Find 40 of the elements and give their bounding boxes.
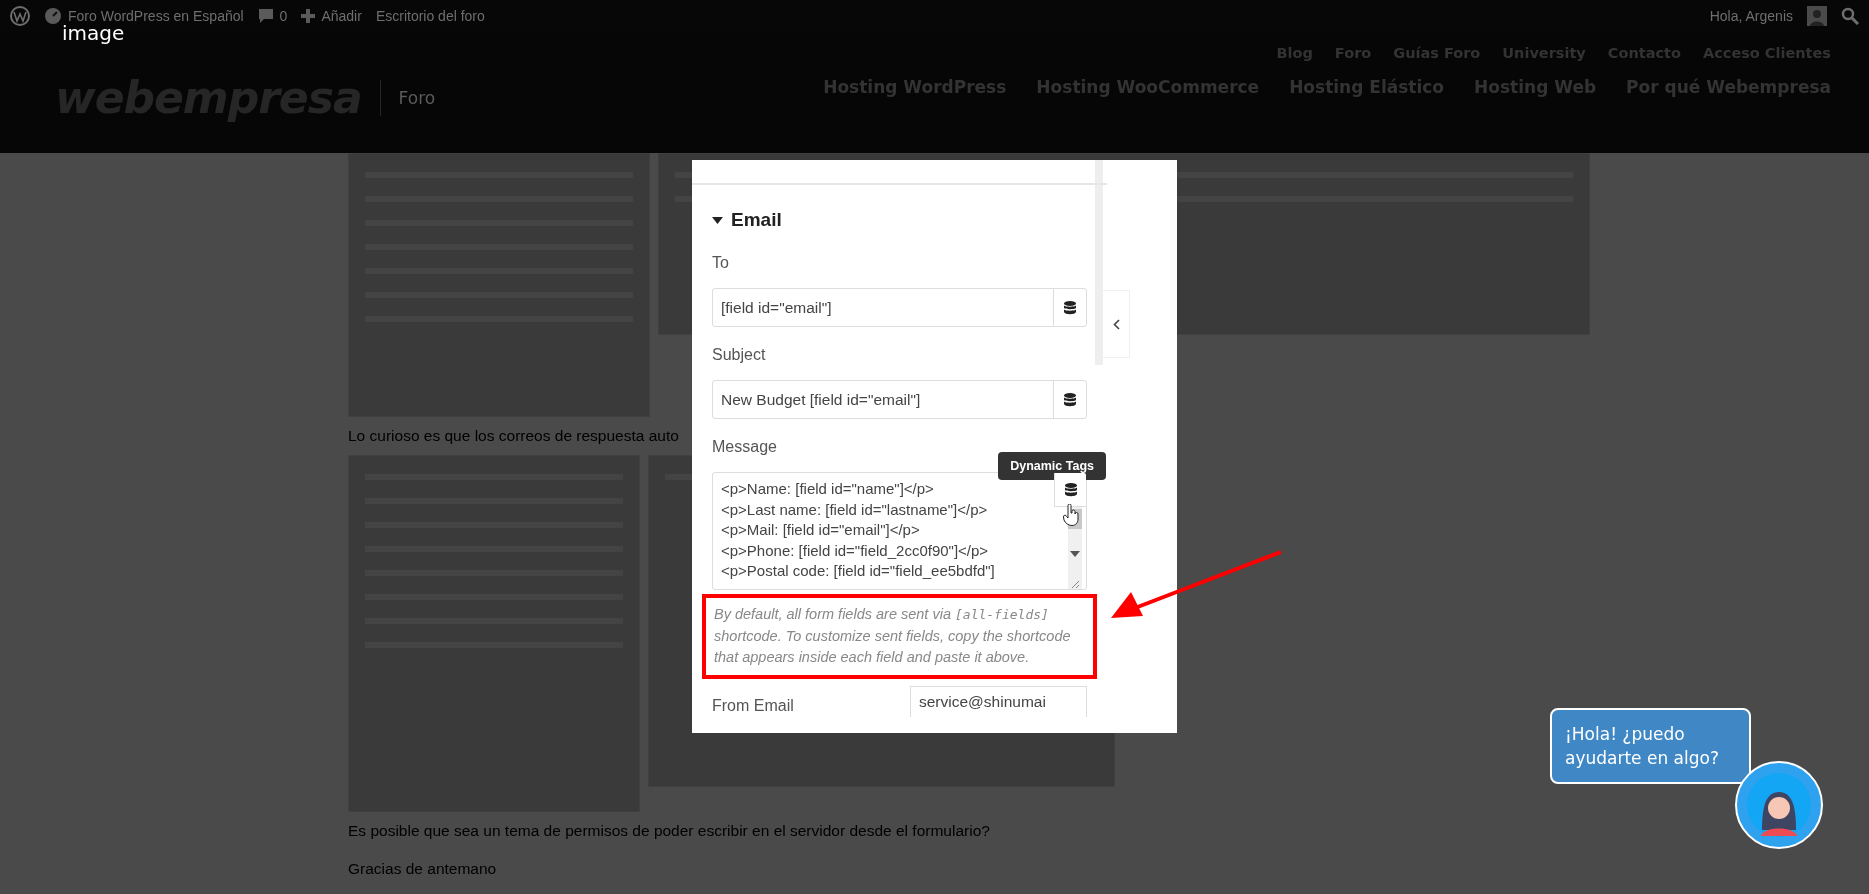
database-icon <box>1064 482 1077 497</box>
field-label: Subject <box>712 346 766 365</box>
help-text: By default, all form fields are sent via [all-fields] shortcode. To customize sent fields, copy the shortcode that appears inside each field and paste it above. <box>714 605 1072 667</box>
database-icon <box>1064 300 1076 315</box>
comment-count[interactable]: 0 <box>279 8 288 24</box>
input-field[interactable]: service@shinumai <box>910 685 1087 717</box>
chat-avatar[interactable] <box>1734 760 1824 850</box>
dynamic-tags-button[interactable] <box>1054 473 1086 507</box>
tooltip: Dynamic Tags <box>998 452 1106 480</box>
chevron-left-icon <box>1112 318 1120 330</box>
post-paragraph: Lo curioso es que los correos de respuesta auto <box>348 426 679 446</box>
scroll-down-icon[interactable] <box>1070 551 1080 557</box>
add-new-link[interactable]: Añadir <box>321 8 362 24</box>
search-icon[interactable] <box>1841 7 1859 25</box>
input-field[interactable]: [field id="email"] <box>712 288 1087 327</box>
comment-icon <box>257 8 274 24</box>
field-label: From Email <box>712 696 795 716</box>
resize-handle-icon[interactable] <box>1070 579 1080 589</box>
post-paragraph: Gracias de antemano <box>348 859 497 879</box>
hand-cursor-icon <box>1063 504 1079 526</box>
section-header[interactable]: Email <box>712 205 1087 235</box>
logo-icon[interactable] <box>10 6 30 26</box>
dashboard-icon <box>44 7 62 25</box>
chat-message[interactable]: ¡Hola! ¿puedo ayudarte en algo? <box>1550 708 1751 784</box>
database-icon <box>1064 392 1076 407</box>
scrollbar[interactable] <box>1095 160 1103 365</box>
plus-icon <box>301 9 316 23</box>
field-label: Message <box>712 438 777 457</box>
message-textarea[interactable]: <p>Name: [field id="name"]</p> <p>Last name: [field id="lastname"]</p> <p>Mail: [field id="email"]</p> <p>Phone: [field id="field_2cc0f90"]</p> <p>Postal code: [field id="field_ee5bdfd"] <box>712 472 1087 590</box>
caret-icon <box>712 216 723 224</box>
field-label: To <box>712 254 729 273</box>
site-link[interactable]: Foro WordPress en Español <box>68 8 244 24</box>
input-field[interactable]: New Budget [field id="email"] <box>712 380 1087 419</box>
image-caption: image <box>62 21 125 45</box>
user-avatar-icon <box>1807 6 1827 26</box>
section-title: Email <box>731 209 782 231</box>
forum-dashboard-link[interactable]: Escritorio del foro <box>375 8 485 24</box>
user-greeting[interactable]: Hola, Argenis <box>1709 8 1793 24</box>
section-name: Foro <box>398 87 436 108</box>
post-paragraph: Es posible que sea un tema de permisos de poder escribir en el servidor desde el formulario? <box>348 821 990 841</box>
